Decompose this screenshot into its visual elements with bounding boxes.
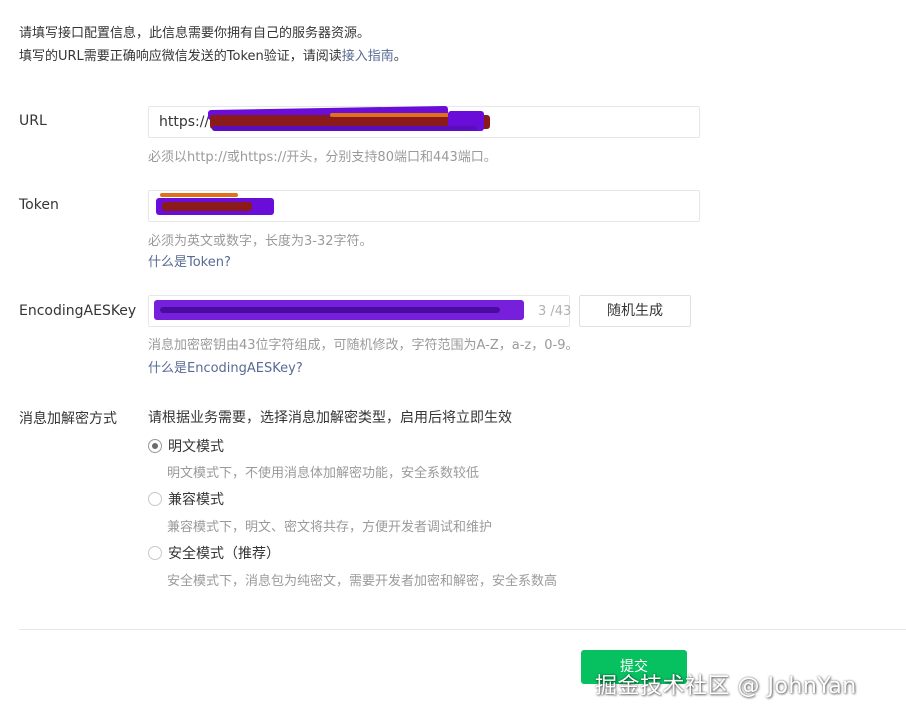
aes-key-label: EncodingAESKey [19,303,137,319]
compatible-mode-desc: 兼容模式下，明文、密文将共存，方便开发者调试和维护 [167,520,493,535]
watermark: 掘金技术社区 @ JohnYan [595,674,857,699]
plaintext-mode-desc: 明文模式下，不使用消息体加解密功能，安全系数较低 [167,466,480,481]
radio-plaintext-mode[interactable]: 明文模式 [148,436,224,456]
url-value-prefix: https:// [159,114,210,130]
intro-line-2-prefix: 填写的URL需要正确响应微信发送的Token验证，请阅读 [19,49,342,64]
random-generate-button[interactable]: 随机生成 [579,295,691,327]
token-label: Token [19,197,59,213]
redaction-scribble [212,126,477,131]
radio-plaintext-label: 明文模式 [168,439,224,455]
radio-checked-icon[interactable] [148,439,162,453]
aes-key-counter: 3 /43 [538,304,572,319]
url-hint: 必须以http://或https://开头，分别支持80端口和443端口。 [148,150,497,165]
intro-line-1: 请填写接口配置信息，此信息需要你拥有自己的服务器资源。 [19,26,371,41]
redaction-scribble [160,193,238,197]
intro-line-2-suffix: 。 [393,49,407,64]
radio-unchecked-icon[interactable] [148,546,162,560]
url-label: URL [19,113,47,129]
redaction-scribble [162,202,252,211]
token-hint: 必须为英文或数字，长度为3-32字符。 [148,234,373,249]
redaction-scribble [160,307,500,313]
footer-divider [19,629,906,630]
radio-compatible-label: 兼容模式 [168,492,224,508]
intro-line-2: 填写的URL需要正确响应微信发送的Token验证，请阅读接入指南。 [19,45,407,68]
encryption-mode-description: 请根据业务需要，选择消息加解密类型，启用后将立即生效 [148,410,512,426]
radio-safe-label: 安全模式（推荐） [168,546,280,562]
what-is-aes-key-link[interactable]: 什么是EncodingAESKey? [148,357,303,376]
encryption-mode-label: 消息加解密方式 [19,411,117,427]
safe-mode-desc: 安全模式下，消息包为纯密文，需要开发者加密和解密，安全系数高 [167,574,558,589]
radio-unchecked-icon[interactable] [148,492,162,506]
redaction-scribble [330,113,460,117]
radio-compatible-mode[interactable]: 兼容模式 [148,489,224,509]
access-guide-link[interactable]: 接入指南 [342,49,394,64]
radio-safe-mode[interactable]: 安全模式（推荐） [148,543,280,563]
intro-text: 请填写接口配置信息，此信息需要你拥有自己的服务器资源。 填写的URL需要正确响应… [19,22,407,68]
what-is-token-link[interactable]: 什么是Token? [148,251,231,270]
aes-key-hint: 消息加密密钥由43位字符组成，可随机修改，字符范围为A-Z，a-z，0-9。 [148,338,579,353]
